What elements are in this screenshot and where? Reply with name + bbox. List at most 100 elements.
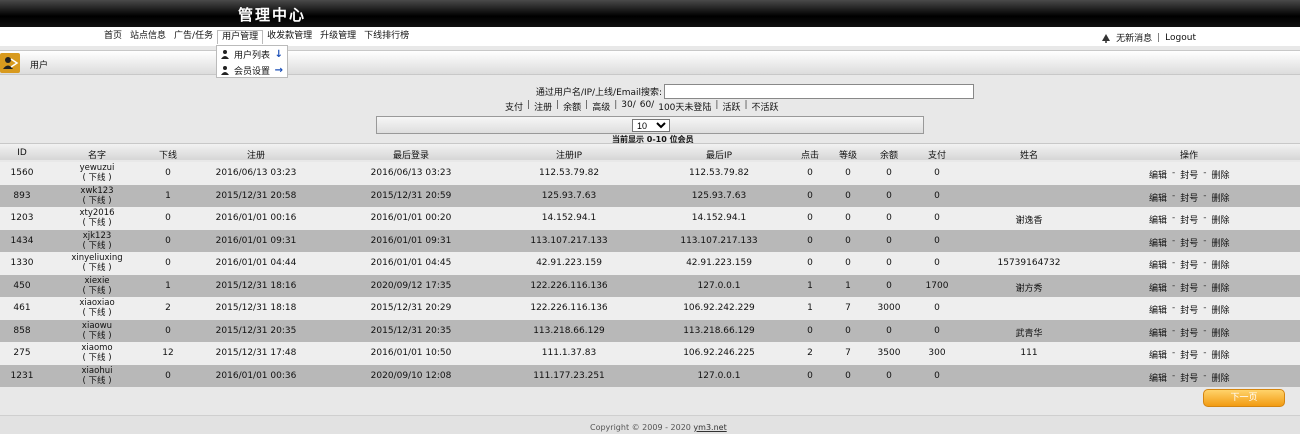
cell-down: 1 [165,190,171,201]
main-nav: 首页 站点信息 广告/任务 用户管理 收发款管理 升级管理 下线排行榜 [100,30,413,44]
delete-link[interactable]: 删除 [1212,168,1230,181]
ban-link[interactable]: 封号 [1180,303,1198,316]
ban-link[interactable]: 封号 [1180,371,1198,384]
nav-item[interactable]: 广告/任务 [170,30,217,44]
separator: - [1172,325,1176,336]
separator: - [1203,235,1207,246]
cell-id: 858 [13,325,31,336]
dropdown-item[interactable]: 会员设置 → [217,62,287,78]
filter-link[interactable]: 活跃 [722,100,740,113]
cell-reg: 2016/01/01 04:44 [215,258,297,268]
edit-link[interactable]: 编辑 [1149,258,1167,271]
site-link[interactable]: ym3.net [693,423,726,432]
downline-link[interactable]: ( 下线 ) [71,263,122,273]
downline-link[interactable]: ( 下线 ) [82,376,113,386]
nav-item[interactable]: 用户管理 [217,30,264,44]
edit-link[interactable]: 编辑 [1149,168,1167,181]
separator: - [1172,280,1176,291]
separator: - [1203,213,1207,223]
filter-link[interactable]: 30/ [621,100,635,113]
edit-link[interactable]: 编辑 [1149,236,1167,249]
edit-link[interactable]: 编辑 [1149,371,1167,384]
edit-link[interactable]: 编辑 [1149,326,1167,339]
nav-item[interactable]: 首页 [100,30,126,44]
cell-balance: 0 [886,370,892,381]
downline-link[interactable]: ( 下线 ) [81,353,112,363]
logout-link[interactable]: Logout [1165,33,1196,43]
username[interactable]: xinyeliuxing [71,253,122,263]
username[interactable]: xwk123 [80,186,113,196]
username-cell: xty2016( 下线 ) [79,208,114,228]
username[interactable]: yewuzui [80,163,115,173]
messages-link[interactable]: 无新消息 [1116,31,1152,44]
user-icon [221,66,229,75]
ban-link[interactable]: 封号 [1180,236,1198,249]
nav-item[interactable]: 下线排行榜 [360,30,413,44]
cell-realname: 谢逸香 [1015,216,1043,226]
ban-link[interactable]: 封号 [1180,258,1198,271]
filter-link[interactable]: 100天未登陆 [658,100,711,113]
next-page-button[interactable]: 下一页 [1203,389,1285,407]
downline-link[interactable]: ( 下线 ) [80,196,113,206]
message-icon[interactable] [1101,33,1111,43]
downline-link[interactable]: ( 下线 ) [82,331,112,341]
delete-link[interactable]: 删除 [1212,303,1230,316]
username[interactable]: xjk123 [82,231,112,241]
username[interactable]: xiaowu [82,321,112,331]
downline-link[interactable]: ( 下线 ) [79,218,114,228]
downline-link[interactable]: ( 下线 ) [82,241,111,251]
nav-item[interactable]: 站点信息 [126,30,170,44]
edit-link[interactable]: 编辑 [1149,281,1167,294]
delete-link[interactable]: 删除 [1212,213,1230,226]
dropdown-item[interactable]: 用户列表 ↓ [217,46,287,62]
downline-link[interactable]: ( 下线 ) [80,173,115,183]
delete-link[interactable]: 删除 [1212,258,1230,271]
filter-link[interactable]: 支付 [505,100,523,113]
downline-link[interactable]: ( 下线 ) [79,308,114,318]
delete-link[interactable]: 删除 [1212,281,1230,294]
username[interactable]: xiaoxiao [79,298,114,308]
delete-link[interactable]: 删除 [1212,236,1230,249]
ban-link[interactable]: 封号 [1180,348,1198,361]
nav-item[interactable]: 升级管理 [316,30,360,44]
cell-realname: 谢方秀 [1015,283,1043,294]
username-cell: xiaowu( 下线 ) [82,321,112,341]
username-cell: xjk123( 下线 ) [82,231,111,251]
cell-id: 893 [13,190,31,201]
cell-balance: 0 [886,168,892,178]
ban-link[interactable]: 封号 [1180,213,1198,226]
filter-link[interactable]: 高级 [592,100,610,113]
delete-link[interactable]: 删除 [1212,371,1230,384]
delete-link[interactable]: 删除 [1212,191,1230,204]
search-input[interactable] [664,84,975,99]
filter-link[interactable]: 不活跃 [752,100,779,113]
cell-regip: 122.226.116.136 [530,280,608,291]
username[interactable]: xiaohui [82,366,113,376]
table-row: 858 xiaowu( 下线 ) 0 2015/12/31 20:35 2015/12/… [0,319,1300,342]
delete-link[interactable]: 删除 [1212,326,1230,339]
filter-link[interactable]: 注册 [534,100,552,113]
edit-link[interactable]: 编辑 [1149,303,1167,316]
edit-link[interactable]: 编辑 [1149,191,1167,204]
cell-reg: 2016/01/01 00:36 [215,370,297,381]
username[interactable]: xiaomo [81,343,112,353]
ban-link[interactable]: 封号 [1180,168,1198,181]
username[interactable]: xiexie [82,276,111,286]
edit-link[interactable]: 编辑 [1149,213,1167,226]
brand-title: 管理中心 [238,6,307,24]
ban-link[interactable]: 封号 [1180,326,1198,339]
delete-link[interactable]: 删除 [1212,348,1230,361]
ban-link[interactable]: 封号 [1180,281,1198,294]
edit-link[interactable]: 编辑 [1149,348,1167,361]
separator: - [1172,235,1176,246]
table-row: 1434 xjk123( 下线 ) 0 2016/01/01 09:31 2016/01… [0,229,1300,252]
filter-link[interactable]: 余额 [563,100,581,113]
header-right-links: 无新消息 | Logout [1101,31,1196,44]
filter-link[interactable]: 60/ [640,100,654,113]
nav-item[interactable]: 收发款管理 [263,30,316,44]
username[interactable]: xty2016 [79,208,114,218]
cell-regip: 14.152.94.1 [541,213,597,223]
ban-link[interactable]: 封号 [1180,191,1198,204]
downline-link[interactable]: ( 下线 ) [82,286,111,296]
per-page-select[interactable]: 10 [632,119,670,132]
